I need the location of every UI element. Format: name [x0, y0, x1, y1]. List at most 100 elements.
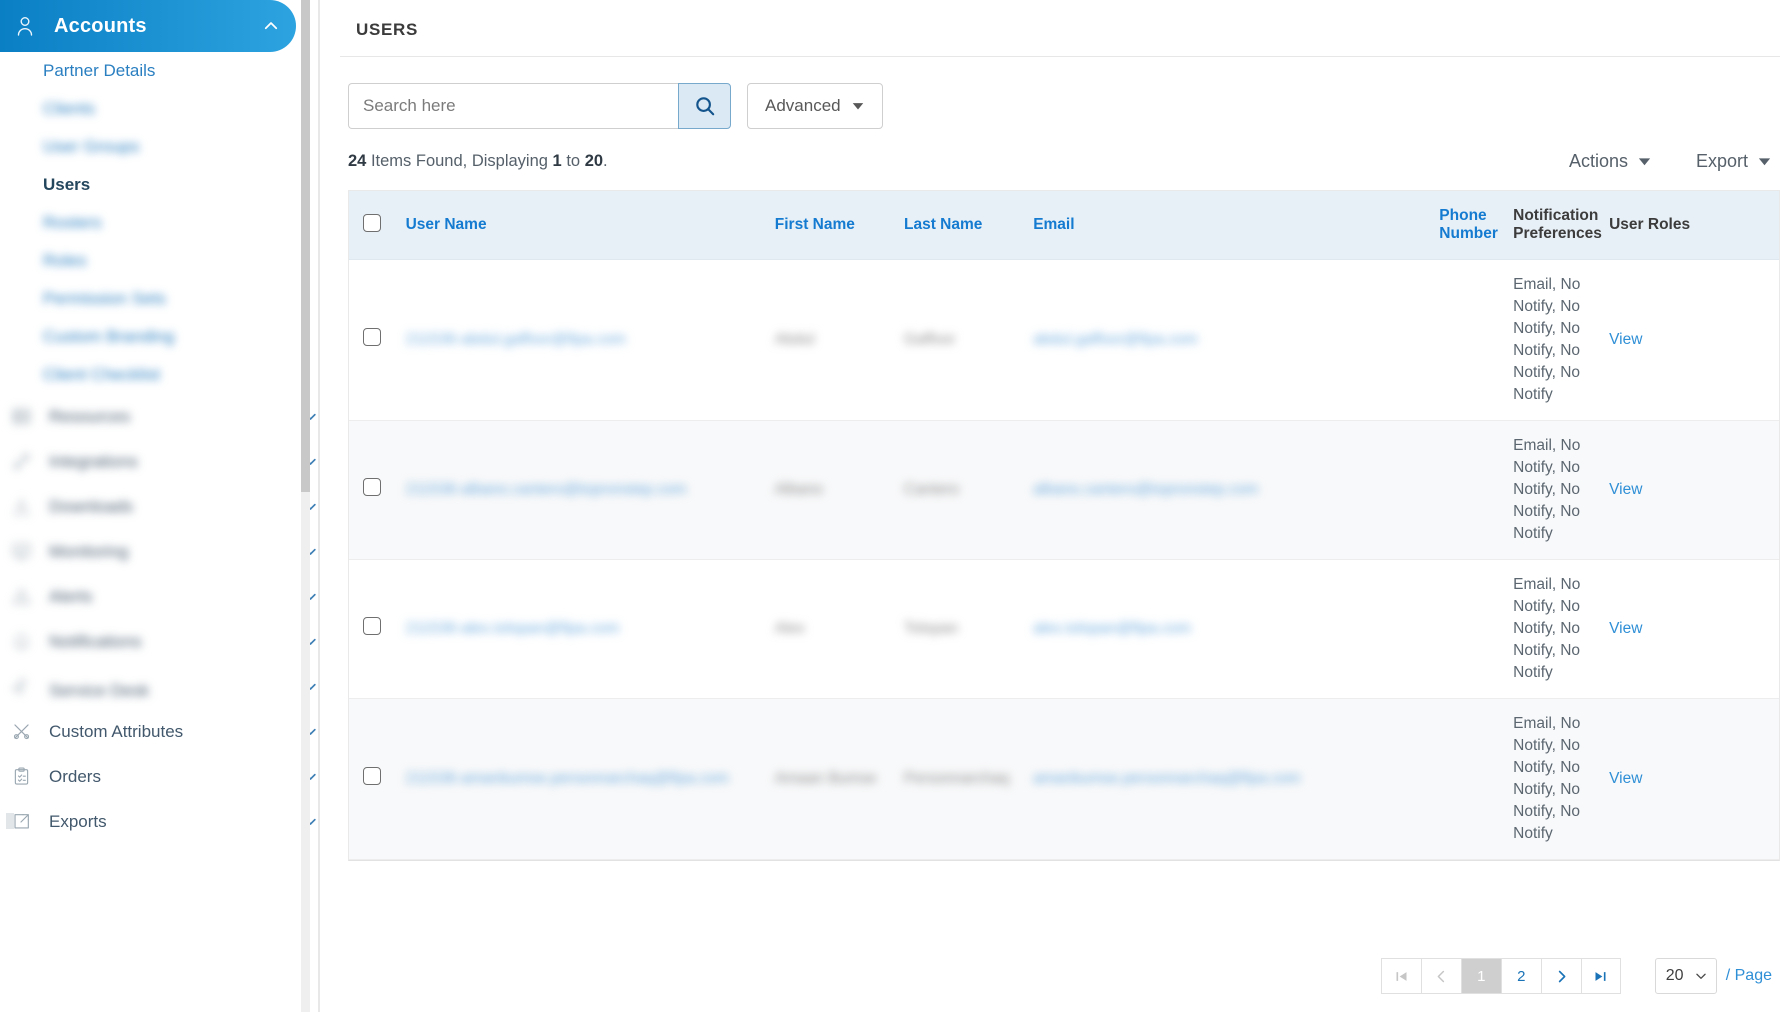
search-input[interactable] [348, 83, 678, 129]
sidebar-scroll-area[interactable]: Accounts Partner Details Clients User Gr… [0, 0, 340, 1012]
last-name-value: Gaffoor [903, 331, 956, 348]
row-checkbox[interactable] [363, 327, 381, 346]
row-checkbox[interactable] [363, 766, 381, 785]
table-row[interactable]: 211536-alex.tolopan@fipa.com Alex Tolopa… [349, 559, 1779, 699]
column-header-first-name[interactable]: First Name [774, 191, 904, 260]
sidebar-item-service-desk[interactable]: Service Desk [0, 664, 340, 709]
sidebar-item-label: Exports [49, 811, 107, 831]
cell-user-name[interactable]: 211536-alex.tolopan@fipa.com [405, 559, 775, 699]
sidebar-item-clients[interactable]: Clients [0, 90, 340, 128]
notification-value: Email, No Notify, No Notify, No Notify, … [1513, 437, 1581, 542]
cell-row-actions [1692, 698, 1779, 860]
pagination-page-1[interactable]: 1 [1460, 958, 1501, 994]
sidebar-item-users[interactable]: Users [0, 166, 340, 204]
sidebar-item-integrations[interactable]: Integrations [0, 439, 340, 484]
sidebar-item-permission-sets[interactable]: Permission Sets [0, 280, 340, 318]
export-dropdown-button[interactable]: Export [1696, 151, 1772, 172]
sidebar-item-custom-attributes[interactable]: Custom Attributes [0, 709, 340, 754]
table-row[interactable]: 211536-amanbumse.personnarchaq@fipa.com … [349, 698, 1779, 860]
actions-dropdown-button[interactable]: Actions [1569, 151, 1652, 172]
sidebar-item-label: Users [43, 175, 91, 194]
cell-email[interactable]: abdul.gaffoor@fipa.com [1033, 259, 1440, 421]
table-header-row: User Name First Name Last Name Email Pho… [349, 191, 1779, 260]
cell-user-roles: View [1609, 559, 1693, 699]
chevron-right-icon [1554, 969, 1569, 984]
view-link[interactable]: View [1609, 620, 1642, 637]
pagination-page-2[interactable]: 2 [1500, 958, 1541, 994]
column-header-last-name[interactable]: Last Name [903, 191, 1034, 260]
scissors-icon [6, 721, 36, 742]
sidebar-item-orders[interactable]: Orders [0, 754, 340, 799]
email-link: amanbumse.personnarchaq@fipa.com [1033, 770, 1301, 787]
cell-phone-number [1439, 559, 1514, 699]
cell-last-name: Gaffoor [903, 259, 1034, 421]
actions-label: Actions [1568, 151, 1628, 171]
row-checkbox[interactable] [363, 477, 381, 496]
column-label: Phone Number [1439, 207, 1498, 242]
sidebar-scrollbar-thumb[interactable] [301, 0, 310, 492]
sidebar-subitems: Partner Details Clients User Groups User… [0, 52, 340, 394]
chevron-down-icon [851, 99, 865, 113]
sidebar-item-resources[interactable]: Resources [0, 394, 340, 439]
pagination-last-button[interactable] [1580, 958, 1621, 994]
sidebar: Accounts Partner Details Clients User Gr… [0, 0, 340, 1012]
row-select-cell [349, 559, 406, 699]
cell-phone-number [1439, 420, 1514, 560]
sidebar-item-rosters[interactable]: Rosters [0, 204, 340, 242]
pagination-next-button[interactable] [1540, 958, 1581, 994]
pagination-first-button[interactable] [1380, 958, 1421, 994]
column-header-email[interactable]: Email [1033, 191, 1440, 260]
sidebar-section-accounts-label: Accounts [54, 14, 147, 37]
sidebar-item-exports[interactable]: Exports [0, 799, 340, 844]
column-label: User Roles [1609, 216, 1691, 233]
sidebar-bottom-marker [6, 813, 14, 829]
column-header-phone-number[interactable]: Phone Number [1439, 191, 1514, 260]
notification-value: Email, No Notify, No Notify, No Notify, … [1513, 576, 1581, 681]
sidebar-section-accounts[interactable]: Accounts [0, 0, 296, 52]
cell-user-name[interactable]: 211536-albano.cantero@topronstep.com [405, 420, 775, 560]
results-meta-row: 24 Items Found, Displaying 1 to 20. Acti… [340, 129, 1780, 172]
column-header-user-name[interactable]: User Name [405, 191, 775, 260]
sidebar-item-downloads[interactable]: Downloads [0, 484, 340, 529]
advanced-search-button[interactable]: Advanced [747, 83, 883, 129]
search-group [348, 83, 731, 129]
row-checkbox[interactable] [363, 616, 381, 635]
search-toolbar: Advanced [340, 57, 1780, 129]
sidebar-item-notifications[interactable]: Notifications [0, 619, 340, 664]
sidebar-item-label: Clients [43, 99, 95, 118]
pagination-prev-button[interactable] [1420, 958, 1461, 994]
table-row[interactable]: 211536-albano.cantero@topronstep.com Alb… [349, 420, 1779, 560]
cell-user-roles: View [1609, 698, 1693, 860]
table-row[interactable]: 211536-abdul.gaffoor@fipa.com Abdul Gaff… [349, 259, 1779, 421]
sidebar-item-partner-details[interactable]: Partner Details [0, 52, 340, 90]
view-link[interactable]: View [1609, 481, 1642, 498]
cell-email[interactable]: alex.tolopan@fipa.com [1033, 559, 1440, 699]
view-link[interactable]: View [1609, 331, 1642, 348]
view-link[interactable]: View [1609, 770, 1642, 787]
first-name-value: Abdul [774, 331, 815, 348]
user-name-link: 211536-abdul.gaffoor@fipa.com [405, 331, 626, 348]
cell-email[interactable]: amanbumse.personnarchaq@fipa.com [1033, 698, 1440, 860]
select-all-checkbox[interactable] [363, 213, 381, 232]
sidebar-item-monitoring[interactable]: Monitoring [0, 529, 340, 574]
search-button[interactable] [678, 83, 731, 129]
server-icon [6, 406, 36, 427]
cell-last-name: Personnarchaq [903, 698, 1034, 860]
sidebar-item-label: Monitoring [49, 541, 129, 561]
column-label: Email [1033, 216, 1075, 233]
page-first-icon [1394, 969, 1409, 984]
cell-first-name: Albano [774, 420, 904, 560]
sidebar-item-user-groups[interactable]: User Groups [0, 128, 340, 166]
chevron-up-icon[interactable] [262, 17, 280, 35]
cell-user-name[interactable]: 211536-amanbumse.personnarchaq@fipa.com [405, 698, 775, 860]
sidebar-item-client-checklist[interactable]: Client Checklist [0, 356, 340, 394]
sidebar-item-roles[interactable]: Roles [0, 242, 340, 280]
cell-first-name: Abdul [774, 259, 904, 421]
notification-value: Email, No Notify, No Notify, No Notify, … [1513, 715, 1581, 842]
sidebar-item-custom-branding[interactable]: Custom Branding [0, 318, 340, 356]
cell-user-name[interactable]: 211536-abdul.gaffoor@fipa.com [405, 259, 775, 421]
page-size-select[interactable]: 20 [1654, 958, 1717, 994]
last-name-value: Tolopan [903, 620, 959, 637]
sidebar-item-alerts[interactable]: Alerts [0, 574, 340, 619]
cell-email[interactable]: albano.cantero@topronstep.com [1033, 420, 1440, 560]
